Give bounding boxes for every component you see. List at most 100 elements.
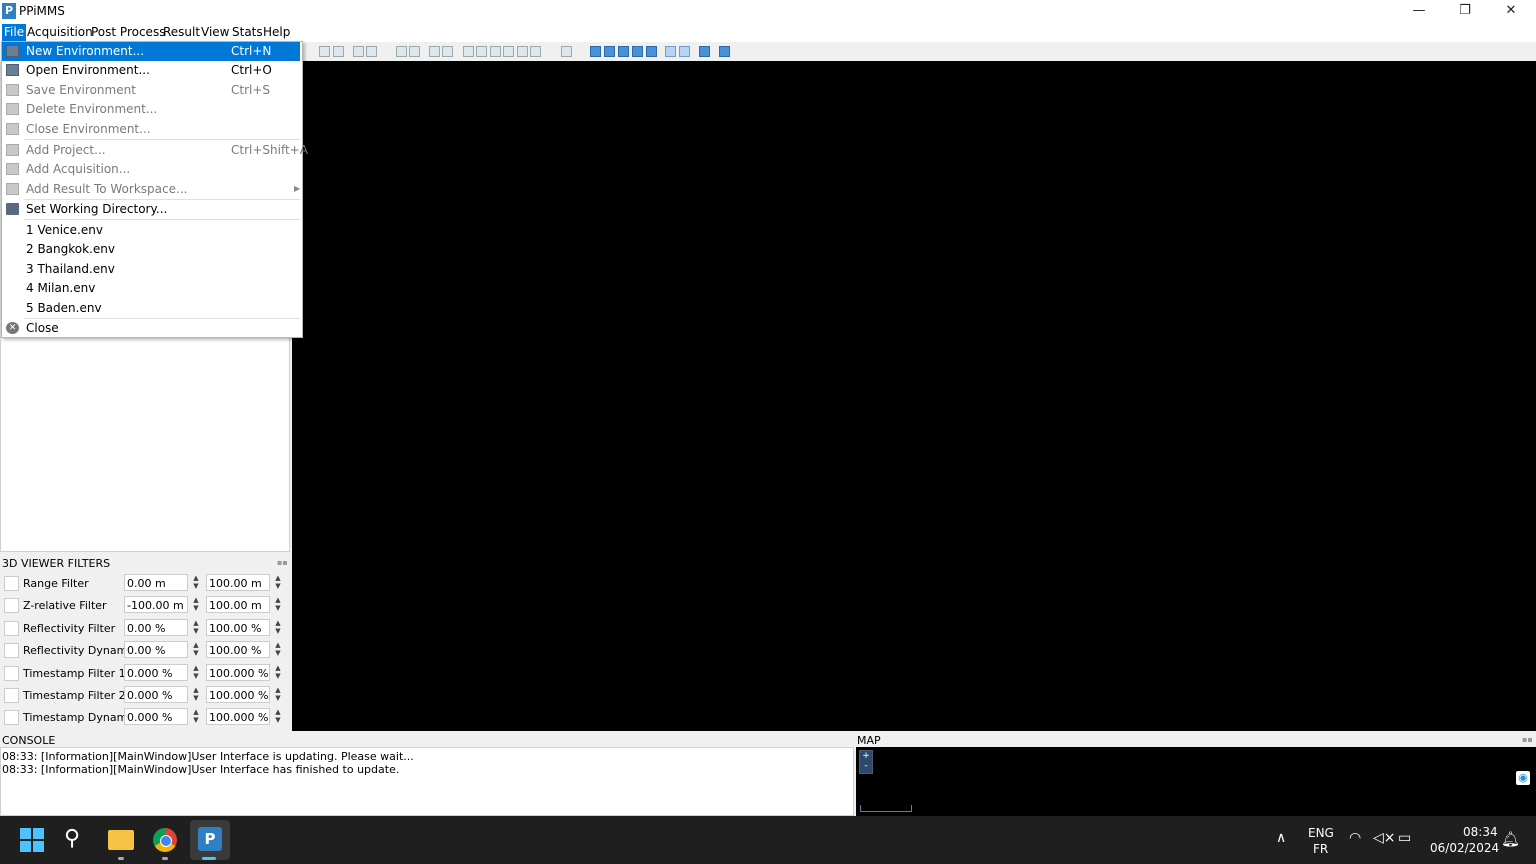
filter-min-input[interactable]: 0.000 % [124, 663, 188, 681]
toolbar-tool-icon[interactable] [353, 46, 364, 57]
language-primary[interactable]: ENG [1308, 826, 1334, 840]
filter-max-input[interactable]: 100.00 % [206, 641, 270, 659]
chevron-up-icon[interactable]: ∧ [1276, 830, 1286, 846]
dock-handle-icon[interactable]: ▪▪ [1522, 735, 1533, 744]
recent-file-item[interactable]: 5 Baden.env [2, 299, 300, 318]
toolbar-tool-icon[interactable] [429, 46, 440, 57]
chrome-icon[interactable] [153, 828, 177, 852]
filter-min-input[interactable]: -100.00 m [124, 596, 188, 614]
spin-arrows-icon[interactable]: ▲ ▼ [190, 596, 202, 613]
toolbar-tool-icon[interactable] [490, 46, 501, 57]
filter-max-input[interactable]: 100.000 % [206, 686, 270, 703]
filter-checkbox[interactable] [4, 665, 19, 681]
battery-icon[interactable]: ▭ [1398, 830, 1411, 846]
toolbar-tool-icon[interactable] [517, 46, 528, 57]
toolbar-layer-icon[interactable] [699, 46, 710, 57]
clock-time[interactable]: 08:34 [1463, 825, 1498, 839]
filter-checkbox[interactable] [4, 643, 19, 659]
toolbar-view-icon[interactable] [632, 46, 643, 57]
filter-max-input[interactable]: 100.000 % [206, 663, 270, 681]
toolbar-tool-icon[interactable] [530, 46, 541, 57]
dock-handle-icon[interactable]: ▪▪ [277, 558, 288, 567]
file-menu-item[interactable]: Set Working Directory... [2, 200, 300, 219]
ppimms-app-icon[interactable]: P [198, 827, 222, 851]
file-menu-item[interactable]: Open Environment... Ctrl+O [2, 61, 300, 80]
filter-min-input[interactable]: 0.00 m [124, 574, 188, 591]
toolbar-tool-icon[interactable] [396, 46, 407, 57]
toolbar-tool-icon[interactable] [366, 46, 377, 57]
spin-arrows-icon[interactable]: ▲ ▼ [190, 686, 202, 703]
map-view[interactable] [856, 747, 1536, 816]
notification-bell-icon[interactable]: 🔔︎ [1501, 830, 1520, 848]
spin-arrows-icon[interactable]: ▲ ▼ [190, 641, 202, 658]
spin-arrows-icon[interactable]: ▲ ▼ [190, 664, 202, 681]
spin-arrows-icon[interactable]: ▲ ▼ [272, 619, 284, 636]
toolbar-selected-icon[interactable] [665, 46, 676, 57]
recent-file-item[interactable]: 4 Milan.env [2, 279, 300, 298]
file-menu-item[interactable]: Add Acquisition... [2, 160, 300, 179]
toolbar-tool-icon[interactable] [409, 46, 420, 57]
toolbar-view-icon[interactable] [590, 46, 601, 57]
speaker-muted-icon[interactable]: ◁× [1373, 830, 1396, 846]
filter-checkbox[interactable] [4, 710, 19, 726]
filter-max-input[interactable]: 100.00 m [206, 574, 270, 591]
spin-arrows-icon[interactable]: ▲ ▼ [272, 596, 284, 613]
toolbar-tool-icon[interactable] [319, 46, 330, 57]
menu-file[interactable]: File [2, 24, 27, 41]
recent-file-item[interactable]: 1 Venice.env [2, 221, 300, 240]
filter-min-input[interactable]: 0.00 % [124, 641, 188, 659]
file-menu-item[interactable]: Add Project... Ctrl+Shift+A [2, 141, 308, 160]
filter-min-input[interactable]: 0.00 % [124, 618, 188, 636]
toolbar-view-icon[interactable] [646, 46, 657, 57]
minimize-button[interactable]: — [1396, 0, 1442, 23]
menu-result[interactable]: Result [161, 24, 202, 41]
map-zoom-control[interactable]: + - [859, 750, 873, 774]
toolbar-view-icon[interactable] [618, 46, 629, 57]
menu-stats[interactable]: Stats [230, 24, 265, 41]
filter-min-input[interactable]: 0.000 % [124, 708, 188, 726]
file-explorer-icon[interactable] [108, 830, 134, 850]
toolbar-pin-icon[interactable] [719, 46, 730, 57]
toolbar-tool-icon[interactable] [561, 46, 572, 57]
filter-max-input[interactable]: 100.00 % [206, 618, 270, 636]
file-menu-item[interactable]: Add Result To Workspace... [2, 180, 300, 199]
recent-file-item[interactable]: 3 Thailand.env [2, 260, 300, 279]
zoom-out-button[interactable]: - [864, 761, 867, 771]
windows-start-icon[interactable] [20, 828, 44, 852]
toolbar-tool-icon[interactable] [503, 46, 514, 57]
spin-arrows-icon[interactable]: ▲ ▼ [272, 664, 284, 681]
toolbar-view-icon[interactable] [604, 46, 615, 57]
file-menu-item[interactable]: Save Environment Ctrl+S [2, 81, 300, 100]
menu-help[interactable]: Help [261, 24, 292, 41]
3d-viewer[interactable] [292, 61, 1536, 731]
menu-view[interactable]: View [199, 24, 231, 41]
menu-close-item[interactable]: ✕ Close [2, 319, 300, 338]
spin-arrows-icon[interactable]: ▲ ▼ [190, 619, 202, 636]
recent-file-item[interactable]: 2 Bangkok.env [2, 240, 300, 259]
toolbar-tool-icon[interactable] [442, 46, 453, 57]
spin-arrows-icon[interactable]: ▲ ▼ [272, 574, 284, 591]
toolbar-tool-icon[interactable] [463, 46, 474, 57]
close-window-button[interactable]: ✕ [1488, 0, 1534, 23]
file-menu-item[interactable]: New Environment... Ctrl+N [2, 42, 300, 61]
restore-button[interactable]: ❐ [1442, 0, 1488, 23]
filter-checkbox[interactable] [4, 576, 19, 591]
filter-max-input[interactable]: 100.000 % [206, 708, 270, 726]
menu-post-process[interactable]: Post Process [89, 24, 167, 41]
filter-min-input[interactable]: 0.000 % [124, 686, 188, 703]
spin-arrows-icon[interactable]: ▲ ▼ [272, 686, 284, 703]
filter-checkbox[interactable] [4, 620, 19, 636]
menu-acquisition[interactable]: Acquisition [25, 24, 95, 41]
spin-arrows-icon[interactable]: ▲ ▼ [190, 708, 202, 725]
toolbar-tool-icon[interactable] [476, 46, 487, 57]
search-icon[interactable]: ⚲ [64, 826, 80, 851]
wifi-icon[interactable]: ◠ [1349, 830, 1361, 846]
filter-checkbox[interactable] [4, 688, 19, 703]
file-menu-item[interactable]: Close Environment... [2, 120, 300, 139]
zoom-in-button[interactable]: + [862, 751, 870, 761]
filter-max-input[interactable]: 100.00 m [206, 596, 270, 614]
toolbar-tool-icon[interactable] [333, 46, 344, 57]
spin-arrows-icon[interactable]: ▲ ▼ [190, 574, 202, 591]
toolbar-selected-icon[interactable] [679, 46, 690, 57]
language-secondary[interactable]: FR [1313, 842, 1328, 856]
